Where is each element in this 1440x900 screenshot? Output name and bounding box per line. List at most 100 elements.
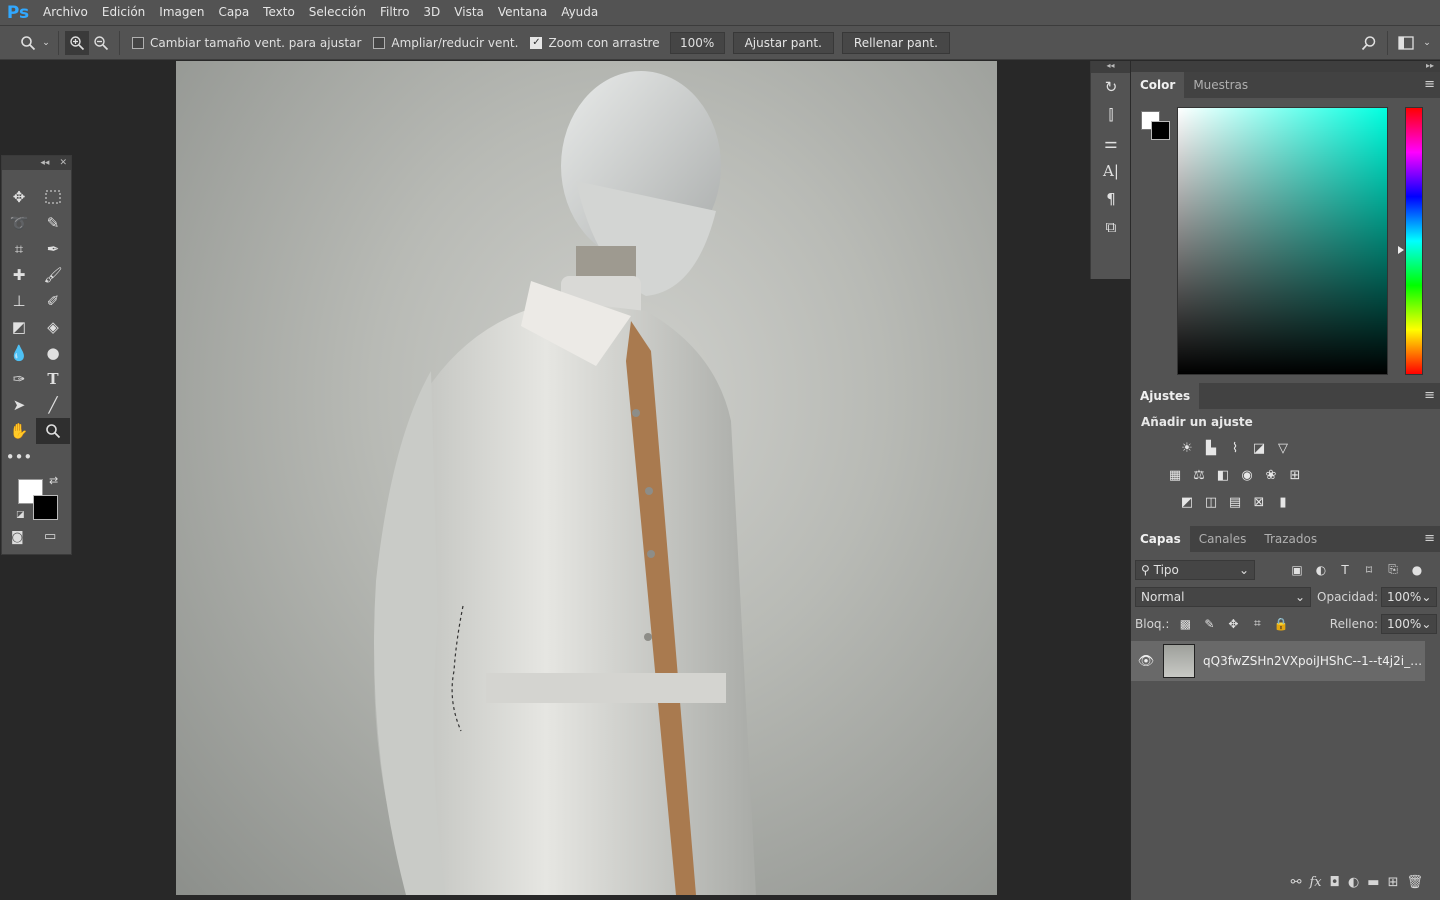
menu-filtro[interactable]: Filtro bbox=[373, 0, 416, 25]
type-tool-icon[interactable]: T bbox=[36, 366, 70, 392]
menu-3d[interactable]: 3D bbox=[416, 0, 447, 25]
brushes-panel-icon[interactable]: ⫿ bbox=[1091, 101, 1131, 129]
blur-tool-icon[interactable]: 💧 bbox=[2, 340, 36, 366]
hue-slider-handle[interactable] bbox=[1398, 246, 1404, 254]
lock-transparent-icon[interactable]: ▩ bbox=[1173, 617, 1197, 631]
zoom-tool-preset-icon[interactable] bbox=[16, 31, 40, 55]
checkbox-checked[interactable]: ✓ bbox=[530, 36, 543, 49]
zoom-tool-icon[interactable] bbox=[36, 418, 70, 444]
resize-windows-checkbox[interactable]: Cambiar tamaño vent. para ajustar bbox=[132, 36, 361, 50]
history-brush-tool-icon[interactable]: ✐ bbox=[36, 288, 70, 314]
character-panel-icon[interactable]: A| bbox=[1091, 157, 1131, 185]
tab-canales[interactable]: Canales bbox=[1190, 526, 1256, 552]
zoom-out-icon[interactable] bbox=[89, 31, 113, 55]
background-color-swatch[interactable] bbox=[1151, 121, 1170, 140]
vibrance-icon[interactable]: ▽ bbox=[1275, 441, 1291, 457]
chevron-down-icon[interactable]: ⌄ bbox=[40, 31, 52, 55]
pen-tool-icon[interactable]: ✑ bbox=[2, 366, 36, 392]
document-image[interactable] bbox=[176, 61, 997, 895]
default-colors-icon[interactable]: ◪ bbox=[16, 510, 25, 520]
healing-brush-tool-icon[interactable]: ✚ bbox=[2, 262, 36, 288]
background-color-swatch[interactable] bbox=[33, 495, 58, 520]
close-icon[interactable]: ✕ bbox=[59, 158, 67, 168]
lock-artboard-icon[interactable]: ⌗ bbox=[1245, 616, 1269, 631]
menu-ayuda[interactable]: Ayuda bbox=[554, 0, 605, 25]
visibility-eye-icon[interactable]: 👁 bbox=[1131, 654, 1161, 669]
menu-archivo[interactable]: Archivo bbox=[36, 0, 95, 25]
hue-saturation-icon[interactable]: ▦ bbox=[1167, 468, 1183, 484]
paint-bucket-tool-icon[interactable]: ◈ bbox=[36, 314, 70, 340]
curves-icon[interactable]: ⌇ bbox=[1227, 441, 1243, 457]
trash-icon[interactable]: 🗑 bbox=[1406, 875, 1423, 890]
filter-adjustment-icon[interactable]: ◐ bbox=[1309, 563, 1333, 577]
invert-icon[interactable]: ◩ bbox=[1179, 495, 1195, 511]
menu-texto[interactable]: Texto bbox=[256, 0, 302, 25]
levels-icon[interactable]: ▙ bbox=[1203, 441, 1219, 457]
new-group-icon[interactable]: ▬ bbox=[1367, 875, 1379, 890]
fill-screen-button[interactable]: Rellenar pant. bbox=[841, 31, 950, 54]
photo-filter-icon[interactable]: ◉ bbox=[1239, 468, 1255, 484]
layer-thumbnail[interactable] bbox=[1163, 644, 1195, 678]
zoom-value-field[interactable]: 100% bbox=[669, 31, 725, 54]
workspace-icon[interactable] bbox=[1394, 31, 1418, 55]
marquee-tool-icon[interactable] bbox=[36, 184, 70, 210]
paragraph-panel-icon[interactable]: ¶ bbox=[1091, 185, 1131, 213]
more-tools-icon[interactable]: ••• bbox=[2, 444, 36, 470]
filter-shape-icon[interactable]: ⌑ bbox=[1357, 563, 1381, 577]
tab-color[interactable]: Color bbox=[1131, 72, 1185, 98]
panel-menu-icon[interactable]: ≡ bbox=[1424, 383, 1435, 409]
zoom-all-checkbox[interactable]: Ampliar/reducir vent. bbox=[373, 36, 518, 50]
swap-colors-icon[interactable]: ⇄ bbox=[49, 474, 58, 487]
layer-name[interactable]: qQ3fwZSHn2VXpoiJHShC--1--t4j2i_2x-r... bbox=[1203, 654, 1423, 668]
adjust-panel-icon[interactable]: ⚌ bbox=[1091, 129, 1131, 157]
tab-capas[interactable]: Capas bbox=[1131, 526, 1190, 552]
fx-icon[interactable]: fx bbox=[1309, 875, 1321, 890]
menu-seleccion[interactable]: Selección bbox=[302, 0, 373, 25]
collapse-icon[interactable]: ◂◂ bbox=[1091, 61, 1130, 73]
filter-pixel-icon[interactable]: ▣ bbox=[1285, 563, 1309, 577]
tab-muestras[interactable]: Muestras bbox=[1184, 72, 1257, 98]
fit-screen-button[interactable]: Ajustar pant. bbox=[732, 31, 834, 54]
exposure-icon[interactable]: ◪ bbox=[1251, 441, 1267, 457]
lock-all-icon[interactable]: 🔒 bbox=[1269, 617, 1293, 631]
gradient-map-icon[interactable]: ▮ bbox=[1275, 495, 1291, 511]
scrubby-zoom-checkbox[interactable]: ✓ Zoom con arrastre bbox=[530, 36, 660, 50]
eraser-tool-icon[interactable]: ◩ bbox=[2, 314, 36, 340]
layer-row[interactable]: 👁 qQ3fwZSHn2VXpoiJHShC--1--t4j2i_2x-r... bbox=[1131, 641, 1425, 681]
hue-slider[interactable] bbox=[1405, 107, 1423, 375]
layer-filter-select[interactable]: ⚲ Tipo ⌄ bbox=[1135, 559, 1255, 580]
menu-imagen[interactable]: Imagen bbox=[152, 0, 211, 25]
expand-icon[interactable]: ▸▸ bbox=[1131, 61, 1440, 72]
filter-toggle-icon[interactable]: ● bbox=[1405, 563, 1429, 577]
menu-capa[interactable]: Capa bbox=[211, 0, 256, 25]
menu-edicion[interactable]: Edición bbox=[95, 0, 152, 25]
3d-panel-icon[interactable]: ⧉ bbox=[1091, 213, 1131, 241]
tab-trazados[interactable]: Trazados bbox=[1255, 526, 1326, 552]
checkbox-box[interactable] bbox=[373, 36, 386, 49]
eyedropper-tool-icon[interactable]: ✒ bbox=[36, 236, 70, 262]
lock-pixels-icon[interactable]: ✎ bbox=[1197, 617, 1221, 631]
filter-type-icon[interactable]: T bbox=[1333, 563, 1357, 577]
dodge-tool-icon[interactable]: ● bbox=[36, 340, 70, 366]
canvas-area[interactable] bbox=[0, 61, 1090, 900]
tab-ajustes[interactable]: Ajustes bbox=[1131, 383, 1200, 409]
posterize-icon[interactable]: ◫ bbox=[1203, 495, 1219, 511]
quick-mask-icon[interactable]: ◙ bbox=[11, 530, 24, 545]
toolbox-header[interactable]: ◂◂ ✕ bbox=[2, 156, 71, 170]
link-layers-icon[interactable]: ⚯ bbox=[1291, 875, 1302, 890]
chevron-down-icon[interactable]: ⌄ bbox=[1418, 31, 1436, 55]
clone-stamp-tool-icon[interactable]: ⊥ bbox=[2, 288, 36, 314]
brush-tool-icon[interactable]: 🖌 bbox=[36, 262, 70, 288]
lasso-tool-icon[interactable]: ➰ bbox=[2, 210, 36, 236]
checkbox-box[interactable] bbox=[132, 36, 144, 49]
color-lookup-icon[interactable]: ⊞ bbox=[1287, 468, 1303, 484]
screen-mode-icon[interactable]: ▭ bbox=[44, 529, 56, 544]
collapse-icon[interactable]: ◂◂ bbox=[40, 158, 49, 168]
filter-smart-object-icon[interactable]: ⎘ bbox=[1381, 562, 1405, 577]
opacity-field[interactable]: 100% ⌄ bbox=[1381, 586, 1437, 607]
line-tool-icon[interactable]: ╱ bbox=[36, 392, 70, 418]
channel-mixer-icon[interactable]: ❀ bbox=[1263, 468, 1279, 484]
crop-tool-icon[interactable]: ⌗ bbox=[2, 236, 36, 262]
search-icon[interactable] bbox=[1357, 31, 1381, 55]
threshold-icon[interactable]: ▤ bbox=[1227, 495, 1243, 511]
